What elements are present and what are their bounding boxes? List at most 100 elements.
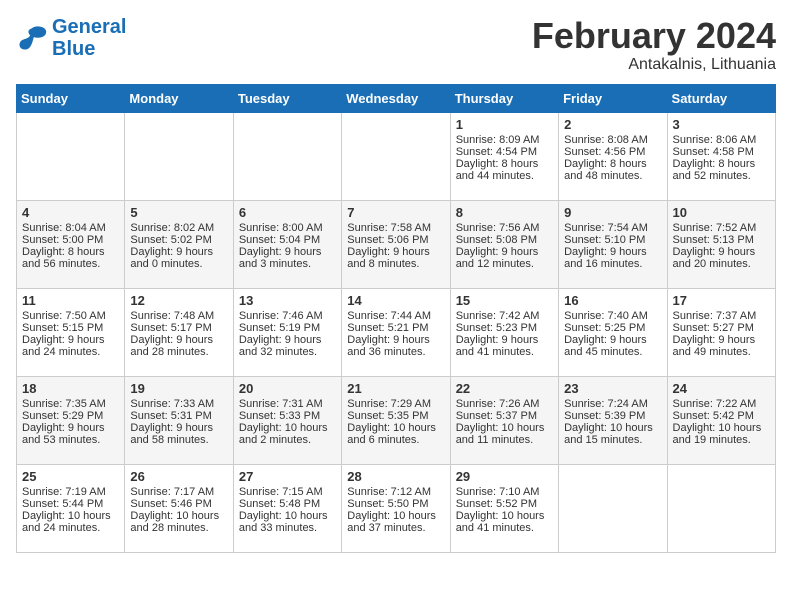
weekday-header-saturday: Saturday bbox=[667, 84, 775, 112]
day-info: Sunset: 5:46 PM bbox=[130, 498, 227, 510]
day-info: Daylight: 9 hours bbox=[673, 334, 770, 346]
day-info: Sunset: 5:42 PM bbox=[673, 410, 770, 422]
day-info: Sunset: 5:23 PM bbox=[456, 322, 553, 334]
calendar-cell: 3Sunrise: 8:06 AMSunset: 4:58 PMDaylight… bbox=[667, 112, 775, 200]
day-info: Sunrise: 8:04 AM bbox=[22, 222, 119, 234]
day-info: Daylight: 10 hours bbox=[130, 510, 227, 522]
calendar-cell: 13Sunrise: 7:46 AMSunset: 5:19 PMDayligh… bbox=[233, 288, 341, 376]
calendar-cell: 6Sunrise: 8:00 AMSunset: 5:04 PMDaylight… bbox=[233, 200, 341, 288]
day-info: and 15 minutes. bbox=[564, 434, 661, 446]
day-info: Sunrise: 7:12 AM bbox=[347, 486, 444, 498]
day-info: and 44 minutes. bbox=[456, 170, 553, 182]
day-info: Sunset: 5:29 PM bbox=[22, 410, 119, 422]
day-info: Daylight: 10 hours bbox=[239, 510, 336, 522]
day-info: Sunrise: 8:02 AM bbox=[130, 222, 227, 234]
weekday-header-monday: Monday bbox=[125, 84, 233, 112]
weekday-header-thursday: Thursday bbox=[450, 84, 558, 112]
calendar-cell: 21Sunrise: 7:29 AMSunset: 5:35 PMDayligh… bbox=[342, 376, 450, 464]
day-info: and 56 minutes. bbox=[22, 258, 119, 270]
day-info: Sunset: 5:13 PM bbox=[673, 234, 770, 246]
calendar-cell: 22Sunrise: 7:26 AMSunset: 5:37 PMDayligh… bbox=[450, 376, 558, 464]
day-info: and 16 minutes. bbox=[564, 258, 661, 270]
day-info: Sunrise: 7:33 AM bbox=[130, 398, 227, 410]
day-info: Daylight: 10 hours bbox=[22, 510, 119, 522]
calendar-cell: 23Sunrise: 7:24 AMSunset: 5:39 PMDayligh… bbox=[559, 376, 667, 464]
day-info: Sunset: 5:15 PM bbox=[22, 322, 119, 334]
day-info: Sunset: 5:06 PM bbox=[347, 234, 444, 246]
day-number: 15 bbox=[456, 293, 553, 308]
calendar-cell: 17Sunrise: 7:37 AMSunset: 5:27 PMDayligh… bbox=[667, 288, 775, 376]
week-row-3: 11Sunrise: 7:50 AMSunset: 5:15 PMDayligh… bbox=[17, 288, 776, 376]
title-block: February 2024 Antakalnis, Lithuania bbox=[532, 16, 776, 74]
calendar-cell: 1Sunrise: 8:09 AMSunset: 4:54 PMDaylight… bbox=[450, 112, 558, 200]
calendar-cell bbox=[125, 112, 233, 200]
day-info: Sunset: 5:37 PM bbox=[456, 410, 553, 422]
day-number: 28 bbox=[347, 469, 444, 484]
calendar-cell: 28Sunrise: 7:12 AMSunset: 5:50 PMDayligh… bbox=[342, 464, 450, 552]
day-number: 6 bbox=[239, 205, 336, 220]
day-info: and 41 minutes. bbox=[456, 346, 553, 358]
day-info: Sunrise: 7:42 AM bbox=[456, 310, 553, 322]
location: Antakalnis, Lithuania bbox=[532, 56, 776, 74]
day-number: 3 bbox=[673, 117, 770, 132]
day-info: Daylight: 9 hours bbox=[130, 334, 227, 346]
day-info: Sunset: 5:25 PM bbox=[564, 322, 661, 334]
day-number: 7 bbox=[347, 205, 444, 220]
calendar-cell: 26 Sunrise: 7:17 AMSunset: 5:46 PMDayligh… bbox=[125, 464, 233, 552]
weekday-header-row: SundayMondayTuesdayWednesdayThursdayFrid… bbox=[17, 84, 776, 112]
week-row-1: 1Sunrise: 8:09 AMSunset: 4:54 PMDaylight… bbox=[17, 112, 776, 200]
day-info: Sunrise: 7:29 AM bbox=[347, 398, 444, 410]
day-info: Daylight: 9 hours bbox=[22, 334, 119, 346]
calendar-cell: 24Sunrise: 7:22 AMSunset: 5:42 PMDayligh… bbox=[667, 376, 775, 464]
day-info: Daylight: 10 hours bbox=[564, 422, 661, 434]
day-info: Sunrise: 7:24 AM bbox=[564, 398, 661, 410]
day-info: Daylight: 8 hours bbox=[456, 158, 553, 170]
day-info: Daylight: 8 hours bbox=[564, 158, 661, 170]
day-info: Sunrise: 7:46 AM bbox=[239, 310, 336, 322]
week-row-2: 4 Sunrise: 8:04 AMSunset: 5:00 PM Daylight… bbox=[17, 200, 776, 288]
day-info: and 3 minutes. bbox=[239, 258, 336, 270]
weekday-header-tuesday: Tuesday bbox=[233, 84, 341, 112]
day-number: 26 bbox=[130, 469, 227, 484]
day-info: Daylight: 9 hours bbox=[456, 334, 553, 346]
day-info: Sunset: 5:00 PM bbox=[22, 234, 119, 246]
day-number: 4 bbox=[22, 205, 119, 220]
day-info: Daylight: 9 hours bbox=[130, 246, 227, 258]
day-info: and 37 minutes. bbox=[347, 522, 444, 534]
day-info: Sunset: 5:04 PM bbox=[239, 234, 336, 246]
day-number: 20 bbox=[239, 381, 336, 396]
day-info: and 24 minutes. bbox=[22, 346, 119, 358]
day-info: and 45 minutes. bbox=[564, 346, 661, 358]
calendar-cell: 16 Sunrise: 7:40 AMSunset: 5:25 PMDayligh… bbox=[559, 288, 667, 376]
logo: General Blue bbox=[16, 16, 126, 60]
day-info: Sunset: 5:33 PM bbox=[239, 410, 336, 422]
day-info: Sunset: 5:27 PM bbox=[673, 322, 770, 334]
day-info: and 49 minutes. bbox=[673, 346, 770, 358]
day-info: and 12 minutes. bbox=[456, 258, 553, 270]
day-number: 25 bbox=[22, 469, 119, 484]
day-info: and 28 minutes. bbox=[130, 522, 227, 534]
calendar-cell: 15 Sunrise: 7:42 AMSunset: 5:23 PMDayligh… bbox=[450, 288, 558, 376]
day-info: Daylight: 10 hours bbox=[673, 422, 770, 434]
calendar-cell: 20Sunrise: 7:31 AMSunset: 5:33 PMDayligh… bbox=[233, 376, 341, 464]
day-info: and 24 minutes. bbox=[22, 522, 119, 534]
day-info: Sunset: 5:08 PM bbox=[456, 234, 553, 246]
calendar-cell: 10Sunrise: 7:52 AMSunset: 5:13 PMDayligh… bbox=[667, 200, 775, 288]
day-number: 16 bbox=[564, 293, 661, 308]
day-number: 23 bbox=[564, 381, 661, 396]
day-info: Daylight: 10 hours bbox=[347, 510, 444, 522]
day-info: and 11 minutes. bbox=[456, 434, 553, 446]
day-info: Sunrise: 7:56 AM bbox=[456, 222, 553, 234]
day-info: Sunrise: 7:40 AM bbox=[564, 310, 661, 322]
day-info: Daylight: 9 hours bbox=[22, 422, 119, 434]
calendar-cell bbox=[559, 464, 667, 552]
day-info: and 36 minutes. bbox=[347, 346, 444, 358]
calendar-cell: 27Sunrise: 7:15 AMSunset: 5:48 PMDayligh… bbox=[233, 464, 341, 552]
day-number: 13 bbox=[239, 293, 336, 308]
day-info: Sunrise: 7:54 AM bbox=[564, 222, 661, 234]
day-info: Sunrise: 7:17 AM bbox=[130, 486, 227, 498]
day-info: Daylight: 9 hours bbox=[564, 334, 661, 346]
day-number: 29 bbox=[456, 469, 553, 484]
day-number: 5 bbox=[130, 205, 227, 220]
logo-text: General Blue bbox=[52, 16, 126, 60]
